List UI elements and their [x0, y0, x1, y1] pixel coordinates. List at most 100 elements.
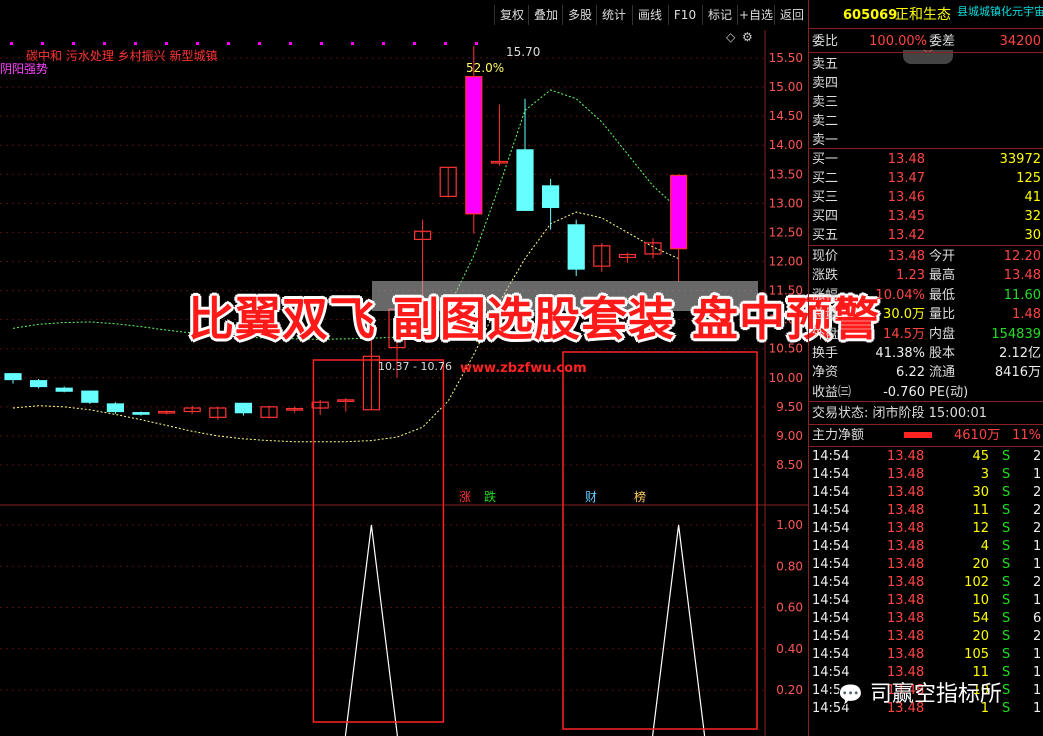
candle-body — [30, 380, 48, 388]
candle-body — [669, 174, 688, 250]
tick-row: 14:54 13.48 54 S 6 — [812, 611, 1042, 626]
toolbar-back-button[interactable]: 返回 — [774, 5, 809, 25]
toolbar-add-watchlist-button[interactable]: +自选 — [737, 5, 774, 25]
stock-header: 605069 正和生态 县城城镇化元宇宙 — [809, 5, 1043, 28]
tick-row: 14:54 13.48 10 S 1 — [812, 593, 1042, 608]
signal-dot — [382, 42, 385, 45]
candle-body — [55, 387, 73, 392]
signal-dot — [258, 42, 261, 45]
tick-row: 14:54 13.48 30 S 2 — [812, 485, 1042, 500]
toolbar-f10-button[interactable]: F10 — [668, 5, 701, 25]
tick-row: 14:54 13.48 11 S 2 — [812, 503, 1042, 518]
price-tick-label: 13.00 — [769, 196, 803, 210]
stock-name: 正和生态 — [895, 7, 951, 23]
signal-dot — [320, 42, 323, 45]
quote-row: 换手 41.38% 股本 2.12亿 — [812, 346, 1041, 361]
stock-code: 605069 — [843, 8, 898, 23]
signal-dot — [196, 42, 199, 45]
price-tick-label: 12.00 — [769, 255, 803, 269]
indicator-label: 阴阳强势 — [0, 62, 49, 76]
wechat-watermark: 💬 司赢空指标所 — [838, 682, 1002, 707]
tick-row: 14:54 13.48 20 S 1 — [812, 557, 1042, 572]
price-tick-label: 12.50 — [769, 225, 803, 239]
concept-tags: 碳中和 污水处理 乡村振兴 新型城镇 — [26, 49, 218, 63]
quote-row: 涨幅 10.04% 最低 11.60 — [812, 287, 1041, 303]
sub-tick-label: 0.80 — [776, 559, 803, 573]
candle-body — [106, 403, 125, 413]
tick-row: 14:54 13.48 102 S 2 — [812, 575, 1042, 590]
candle-body — [516, 149, 534, 211]
candle-body — [465, 76, 483, 215]
candle-body — [567, 224, 585, 270]
wechat-icon: 💬 — [838, 682, 863, 706]
signal-dot — [72, 42, 75, 45]
bid-row[interactable]: 买二 13.47 125 — [809, 169, 1043, 188]
weibi-row: 委比 100.00% 委差 34200 — [812, 34, 1041, 49]
toolbar-multi-stock-button[interactable]: 多股 — [562, 5, 597, 25]
ask-row[interactable]: 卖五 — [809, 55, 1043, 74]
signal-dot — [103, 42, 106, 45]
tick-row: 14:54 13.48 12 S 2 — [812, 521, 1042, 536]
tick-row: 14:54 13.48 3 S 1 — [812, 467, 1042, 482]
price-tick-label: 15.00 — [769, 80, 803, 94]
candle-body — [81, 390, 99, 403]
sub-tick-label: 0.60 — [776, 601, 803, 615]
price-tick-label: 9.00 — [776, 429, 803, 443]
quote-panel: 605069 正和生态 县城城镇化元宇宙 委比 100.00% 委差 34200… — [808, 0, 1043, 736]
bid-row[interactable]: 买三 13.46 41 — [809, 188, 1043, 207]
candle-body — [132, 412, 150, 415]
promo-banner: 比翼双飞 副图选股套装 盘中预警 — [188, 292, 881, 346]
toolbar-fuquan-button[interactable]: 复权 — [494, 5, 529, 25]
price-tick-label: 8.50 — [776, 458, 803, 472]
candle-body — [4, 373, 22, 381]
range-label: 10.37 - 10.76 — [378, 360, 452, 373]
tag-cai[interactable]: 财 — [585, 488, 597, 505]
tick-row: 14:54 13.48 45 S 2 — [812, 449, 1042, 464]
toolbar-mark-button[interactable]: 标记 — [702, 5, 737, 25]
signal-dot — [413, 42, 416, 45]
main-flow-bar — [904, 432, 932, 438]
tag-bang[interactable]: 榜 — [634, 488, 646, 505]
bid-row[interactable]: 买五 13.42 30 — [809, 226, 1043, 245]
kline-svg[interactable]: 15.50 15.00 14.50 14.00 13.50 13.00 12.50 12.00… — [0, 30, 808, 736]
ask-row[interactable]: 卖四 — [809, 74, 1043, 93]
ask-row[interactable]: 卖二 — [809, 112, 1043, 131]
signal-dot — [444, 42, 447, 45]
signal-dot — [10, 42, 13, 45]
signal-dot — [227, 42, 230, 45]
signal-dot — [41, 42, 44, 45]
highlight-box-left — [312, 359, 445, 723]
price-tick-label: 14.50 — [769, 109, 803, 123]
tick-row: 14:54 13.48 20 S 2 — [812, 629, 1042, 644]
quote-row: 总量 30.0万 量比 1.48 — [812, 307, 1041, 323]
toolbar-overlay-button[interactable]: 叠加 — [528, 5, 563, 25]
price-tick-label: 14.00 — [769, 138, 803, 152]
sub-tick-label: 0.20 — [776, 683, 803, 697]
quote-row: 外盘 14.5万 内盘 154839 — [812, 326, 1041, 342]
quote-row: 现价 13.48 今开 12.20 — [812, 249, 1041, 264]
settings-icon[interactable]: ⚙ — [742, 30, 753, 44]
ask-row[interactable]: 卖三 — [809, 93, 1043, 112]
percent-label: 52.0% — [466, 61, 505, 75]
tag-zhang[interactable]: 涨 — [459, 488, 471, 505]
toolbar-draw-button[interactable]: 画线 — [632, 5, 667, 25]
toolbar-stats-button[interactable]: 统计 — [596, 5, 631, 25]
price-tick-label: 9.50 — [776, 400, 803, 414]
chart-area[interactable]: 15.50 15.00 14.50 14.00 13.50 13.00 12.50 12.00… — [0, 30, 808, 736]
trade-status: 交易状态: 闭市阶段 15:00:01 — [812, 406, 988, 421]
price-tick-label: 10.00 — [769, 371, 803, 385]
bid-row[interactable]: 买四 13.45 32 — [809, 207, 1043, 226]
price-tick-label: 13.50 — [769, 167, 803, 181]
tick-row: 14:54 13.48 4 S 1 — [812, 539, 1042, 554]
candle-body — [234, 402, 252, 414]
signal-dot — [165, 42, 168, 45]
signal-dot — [134, 42, 137, 45]
main-flow-row: 主力净额 4610万 11% — [812, 428, 1041, 443]
quote-row: 净资 6.22 流通 8416万 — [812, 365, 1041, 381]
sub-tick-label: 1.00 — [776, 518, 803, 532]
tick-row: 14:54 13.48 105 S 1 — [812, 647, 1042, 662]
quote-row: 涨跌 1.23 最高 13.48 — [812, 268, 1041, 284]
diamond-icon[interactable]: ◇ — [726, 30, 735, 44]
bid-row[interactable]: 买一 13.48 33972 — [809, 150, 1043, 169]
tag-die[interactable]: 跌 — [484, 488, 496, 505]
